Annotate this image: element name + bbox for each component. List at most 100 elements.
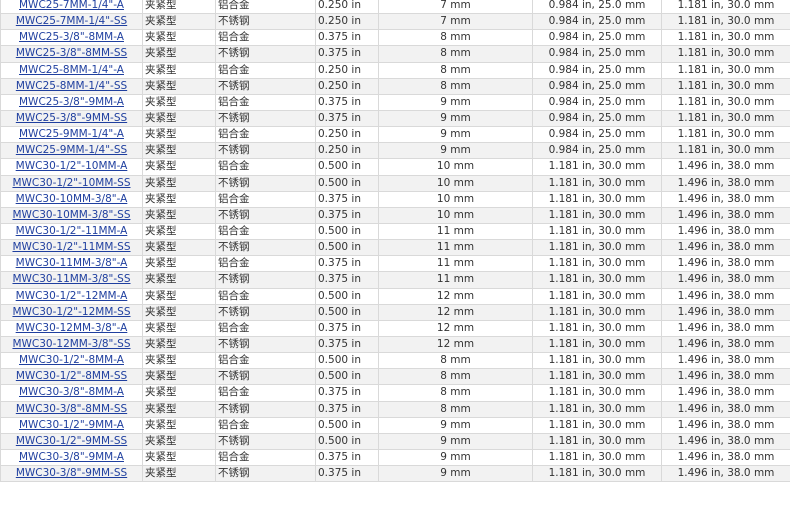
part-number-cell: MWC30-11MM-3/8"-A [0,255,143,273]
part-number-link[interactable]: MWC30-1/2"-10MM-SS [12,177,130,189]
clamp-type-cell: 夹紧型 [142,416,216,434]
part-number-cell: MWC30-10MM-3/8"-A [0,190,143,208]
clamp-type-cell: 夹紧型 [142,77,216,95]
clamp-type-cell: 夹紧型 [142,384,216,402]
material-cell: 不锈钢 [215,303,316,321]
material-cell: 不锈钢 [215,432,316,450]
length-cell: 1.181 in, 30.0 mm [532,287,662,305]
shaft-diameter-cell: 8 mm [378,384,533,402]
part-number-link[interactable]: MWC25-3/8"-8MM-SS [16,47,127,59]
table-row: MWC25-3/8"-8MM-SS 夹紧型 不锈钢 0.375 in 8 mm 0.984… [0,45,790,63]
bore-diameter-cell: 0.375 in [315,190,379,208]
part-number-link[interactable]: MWC30-1/2"-11MM-A [16,225,128,237]
part-number-link[interactable]: MWC30-1/2"-11MM-SS [12,241,130,253]
outer-diameter-cell: 1.181 in, 30.0 mm [661,126,790,144]
shaft-diameter-cell: 8 mm [378,352,533,370]
clamp-type-cell: 夹紧型 [142,29,216,47]
material-cell: 不锈钢 [215,271,316,289]
part-number-cell: MWC30-1/2"-12MM-A [0,287,143,305]
outer-diameter-cell: 1.181 in, 30.0 mm [661,45,790,63]
table-row: MWC30-1/2"-8MM-A 夹紧型 铝合金 0.500 in 8 mm 1.181 … [0,352,790,370]
shaft-diameter-cell: 10 mm [378,206,533,224]
part-number-link[interactable]: MWC25-9MM-1/4"-A [19,128,124,140]
part-number-link[interactable]: MWC30-12MM-3/8"-A [16,322,128,334]
part-number-link[interactable]: MWC25-7MM-1/4"-A [19,0,124,11]
part-number-cell: MWC30-1/2"-11MM-A [0,222,143,241]
part-number-link[interactable]: MWC30-1/2"-12MM-A [16,290,128,302]
part-number-link[interactable]: MWC30-3/8"-8MM-SS [16,403,127,415]
length-cell: 1.181 in, 30.0 mm [532,416,662,434]
length-cell: 1.181 in, 30.0 mm [532,319,662,337]
part-number-link[interactable]: MWC30-12MM-3/8"-SS [12,338,130,350]
part-number-link[interactable]: MWC30-11MM-3/8"-A [16,257,128,269]
part-number-cell: MWC25-7MM-1/4"-SS [0,13,143,31]
part-number-link[interactable]: MWC25-8MM-1/4"-A [19,64,124,76]
part-number-link[interactable]: MWC30-1/2"-12MM-SS [12,306,130,318]
bore-diameter-cell: 0.375 in [315,255,379,273]
clamp-type-cell: 夹紧型 [142,448,216,467]
part-number-cell: MWC30-12MM-3/8"-SS [0,335,143,354]
table-row: MWC30-12MM-3/8"-SS 夹紧型 不锈钢 0.375 in 12 mm 1.1… [0,335,790,354]
part-number-link[interactable]: MWC30-10MM-3/8"-A [16,193,128,205]
shaft-diameter-cell: 11 mm [378,255,533,273]
outer-diameter-cell: 1.496 in, 38.0 mm [661,222,790,241]
part-number-link[interactable]: MWC30-3/8"-8MM-A [19,386,124,398]
outer-diameter-cell: 1.496 in, 38.0 mm [661,190,790,208]
bore-diameter-cell: 0.250 in [315,61,379,79]
length-cell: 1.181 in, 30.0 mm [532,448,662,467]
part-number-link[interactable]: MWC25-3/8"-9MM-A [19,96,124,108]
bore-diameter-cell: 0.250 in [315,126,379,144]
outer-diameter-cell: 1.496 in, 38.0 mm [661,416,790,434]
clamp-type-cell: 夹紧型 [142,158,216,176]
table-row: MWC30-12MM-3/8"-A 夹紧型 铝合金 0.375 in 12 mm 1.18… [0,319,790,337]
part-number-link[interactable]: MWC25-3/8"-9MM-SS [16,112,127,124]
shaft-diameter-cell: 9 mm [378,142,533,160]
clamp-type-cell: 夹紧型 [142,465,216,483]
shaft-diameter-cell: 11 mm [378,239,533,257]
part-number-cell: MWC30-1/2"-11MM-SS [0,239,143,257]
clamp-type-cell: 夹紧型 [142,109,216,128]
outer-diameter-cell: 1.496 in, 38.0 mm [661,465,790,483]
outer-diameter-cell: 1.181 in, 30.0 mm [661,61,790,79]
clamp-type-cell: 夹紧型 [142,335,216,354]
outer-diameter-cell: 1.496 in, 38.0 mm [661,158,790,176]
table-row: MWC25-8MM-1/4"-SS 夹紧型 不锈钢 0.250 in 8 mm 0.984… [0,77,790,95]
part-number-link[interactable]: MWC30-11MM-3/8"-SS [12,273,130,285]
part-number-cell: MWC30-3/8"-9MM-SS [0,465,143,483]
outer-diameter-cell: 1.496 in, 38.0 mm [661,432,790,450]
length-cell: 1.181 in, 30.0 mm [532,368,662,386]
shaft-diameter-cell: 9 mm [378,93,533,111]
shaft-diameter-cell: 12 mm [378,287,533,305]
bore-diameter-cell: 0.500 in [315,416,379,434]
clamp-type-cell: 夹紧型 [142,319,216,337]
length-cell: 1.181 in, 30.0 mm [532,190,662,208]
length-cell: 1.181 in, 30.0 mm [532,271,662,289]
length-cell: 1.181 in, 30.0 mm [532,465,662,483]
bore-diameter-cell: 0.250 in [315,13,379,31]
part-number-link[interactable]: MWC30-3/8"-9MM-A [19,451,124,463]
part-number-link[interactable]: MWC25-8MM-1/4"-SS [16,80,127,92]
part-number-link[interactable]: MWC25-7MM-1/4"-SS [16,15,127,27]
material-cell: 铝合金 [215,384,316,402]
outer-diameter-cell: 1.496 in, 38.0 mm [661,319,790,337]
part-number-link[interactable]: MWC25-3/8"-8MM-A [19,31,124,43]
shaft-diameter-cell: 8 mm [378,77,533,95]
part-number-link[interactable]: MWC30-3/8"-9MM-SS [16,467,127,479]
shaft-diameter-cell: 10 mm [378,158,533,176]
outer-diameter-cell: 1.496 in, 38.0 mm [661,271,790,289]
part-number-link[interactable]: MWC30-10MM-3/8"-SS [12,209,130,221]
outer-diameter-cell: 1.496 in, 38.0 mm [661,239,790,257]
part-number-link[interactable]: MWC30-1/2"-9MM-SS [16,435,127,447]
part-number-cell: MWC30-3/8"-8MM-A [0,384,143,402]
part-number-link[interactable]: MWC30-1/2"-9MM-A [19,419,124,431]
shaft-diameter-cell: 8 mm [378,61,533,79]
material-cell: 铝合金 [215,255,316,273]
part-number-link[interactable]: MWC30-1/2"-10MM-A [16,160,128,172]
part-number-link[interactable]: MWC30-1/2"-8MM-A [19,354,124,366]
part-number-link[interactable]: MWC30-1/2"-8MM-SS [16,370,127,382]
part-number-link[interactable]: MWC25-9MM-1/4"-SS [16,144,127,156]
shaft-diameter-cell: 7 mm [378,0,533,15]
part-number-cell: MWC30-3/8"-8MM-SS [0,400,143,418]
outer-diameter-cell: 1.496 in, 38.0 mm [661,255,790,273]
clamp-type-cell: 夹紧型 [142,45,216,63]
